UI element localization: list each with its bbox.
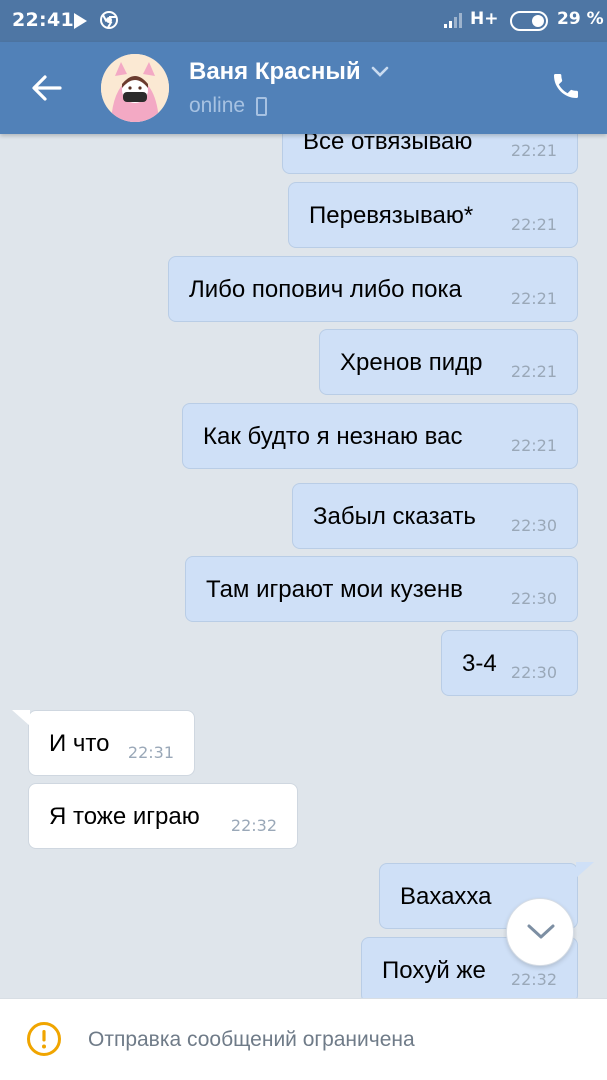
message-time: 22:30	[510, 663, 557, 682]
message-time: 22:30	[510, 516, 557, 535]
arrow-left-icon[interactable]	[28, 70, 64, 106]
status-row: online	[189, 94, 268, 118]
message-bubble[interactable]: Как будто я незнаю вас 22:21	[182, 403, 578, 469]
message-time: 22:21	[510, 289, 557, 308]
bubble-tail	[576, 862, 594, 878]
message-bubble[interactable]: Перевязываю* 22:21	[288, 182, 578, 248]
message-text: И что	[49, 730, 110, 757]
contact-status: online	[189, 94, 246, 117]
chevron-down-icon	[527, 924, 555, 939]
message-bubble-incoming[interactable]: Я тоже играю 22:32	[28, 783, 298, 849]
message-bubble-incoming[interactable]: И что 22:31	[28, 710, 195, 776]
message-time: 22:21	[510, 436, 557, 455]
contact-name-row[interactable]: Ваня Красный	[189, 58, 389, 86]
status-time: 22:41	[12, 9, 74, 31]
message-bubble[interactable]: 3-4 22:30	[441, 630, 578, 696]
message-bubble[interactable]: Либо попович либо пока 22:21	[168, 256, 578, 322]
message-text: Вахахха	[400, 883, 492, 910]
warning-icon	[27, 1022, 61, 1056]
message-time: 22:21	[510, 362, 557, 381]
message-text: Все отвязываю	[303, 134, 473, 155]
message-text: 3-4	[462, 650, 497, 677]
battery-saver-icon	[510, 11, 548, 31]
chrome-icon	[100, 11, 118, 29]
avatar[interactable]	[101, 54, 169, 122]
message-time: 22:31	[127, 743, 174, 762]
battery-level: 29 %	[557, 9, 604, 29]
phone-icon[interactable]	[550, 70, 582, 102]
message-time: 22:32	[510, 970, 557, 989]
restriction-notice: Отправка сообщений ограничена	[88, 1028, 415, 1051]
message-text: Хренов пидр	[340, 349, 483, 376]
message-text: Похуй же	[382, 957, 486, 984]
message-text: Перевязываю*	[309, 202, 474, 229]
bubble-tail	[12, 710, 30, 726]
network-type: H+	[470, 9, 499, 29]
message-bubble[interactable]: Забыл сказать 22:30	[292, 483, 578, 549]
message-bubble[interactable]: Хренов пидр 22:21	[319, 329, 578, 395]
message-time: 22:32	[230, 816, 277, 835]
scroll-down-button[interactable]	[506, 898, 574, 966]
message-time: 22:21	[510, 141, 557, 160]
chat-header: Ваня Красный online	[0, 42, 607, 134]
signal-icon	[444, 13, 462, 28]
play-icon	[74, 13, 87, 29]
contact-name: Ваня Красный	[189, 58, 361, 85]
chevron-down-icon	[371, 66, 388, 77]
message-bubble[interactable]: Все отвязываю 22:21	[282, 134, 578, 174]
mobile-icon	[256, 96, 268, 116]
message-text: Либо попович либо пока	[189, 276, 462, 303]
message-bubble[interactable]: Там играют мои кузенв 22:30	[185, 556, 578, 622]
message-text: Забыл сказать	[313, 503, 476, 530]
message-restriction-bar: Отправка сообщений ограничена	[0, 998, 607, 1080]
message-list[interactable]: Все отвязываю 22:21 Перевязываю* 22:21 Л…	[0, 134, 607, 998]
avatar-image	[101, 54, 169, 122]
message-time: 22:30	[510, 589, 557, 608]
message-text: Я тоже играю	[49, 803, 200, 830]
status-bar: 22:41 H+ 29 %	[0, 0, 607, 42]
message-text: Там играют мои кузенв	[206, 576, 463, 603]
message-time: 22:21	[510, 215, 557, 234]
message-text: Как будто я незнаю вас	[203, 423, 463, 450]
